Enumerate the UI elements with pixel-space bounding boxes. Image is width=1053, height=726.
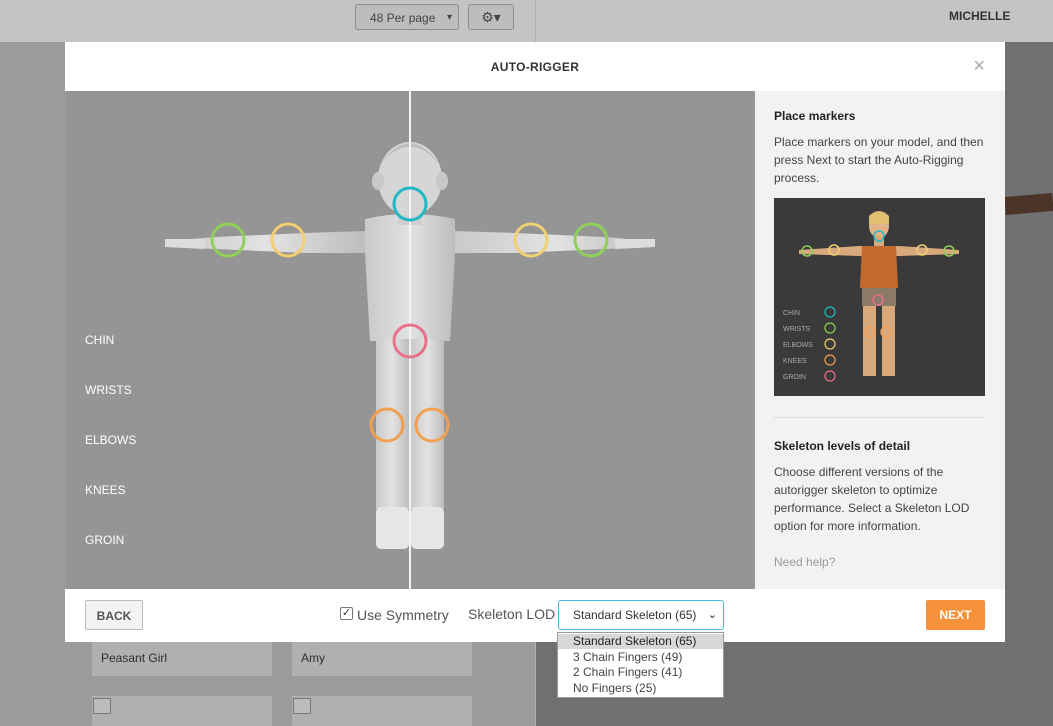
preview-label-wrists: WRISTS xyxy=(783,326,811,333)
gear-icon: ⚙▾ xyxy=(481,9,501,25)
lod-option-2-chain[interactable]: 2 Chain Fingers (41) xyxy=(558,665,723,680)
preview-label-elbows: ELBOWS xyxy=(783,342,813,349)
modal-title: AUTO-RIGGER xyxy=(490,60,580,74)
settings-menu-button[interactable]: ⚙▾ xyxy=(468,4,514,30)
sidebar-divider xyxy=(774,417,985,418)
preview-label-groin: GROIN xyxy=(783,374,806,381)
app-header xyxy=(0,0,1053,42)
marker-label-knees: KNEES xyxy=(85,483,126,497)
chin-marker[interactable] xyxy=(392,186,428,222)
broken-image-icon xyxy=(93,698,111,714)
skeleton-lod-select[interactable]: Standard Skeleton (65) ⌄ xyxy=(558,600,724,630)
broken-image-icon xyxy=(293,698,311,714)
knee-marker-left[interactable] xyxy=(369,407,405,443)
marker-layer xyxy=(210,186,609,443)
groin-marker[interactable] xyxy=(392,323,428,359)
character-card[interactable] xyxy=(92,696,272,726)
character-card[interactable] xyxy=(292,696,472,726)
per-page-value: 48 Per page xyxy=(370,11,436,25)
marker-preview-image: CHIN WRISTS ELBOWS KNEES GROIN xyxy=(774,198,985,396)
character-card-label: Peasant Girl xyxy=(101,651,168,665)
character-card-label: Amy xyxy=(301,651,325,665)
lod-option-standard[interactable]: Standard Skeleton (65) xyxy=(558,634,723,649)
elbow-marker-right[interactable] xyxy=(513,222,549,258)
preview-label-knees: KNEES xyxy=(783,358,807,365)
lod-option-no-fingers[interactable]: No Fingers (25) xyxy=(558,681,723,696)
place-markers-heading: Place markers xyxy=(774,109,856,123)
instructions-sidebar: Place markers Place markers on your mode… xyxy=(755,91,1005,589)
preview-label-chin: CHIN xyxy=(783,310,800,317)
marker-label-elbows: ELBOWS xyxy=(85,433,137,447)
use-symmetry-checkbox[interactable]: ✓ xyxy=(340,607,353,620)
user-name: MICHELLE xyxy=(949,9,1011,23)
per-page-select[interactable]: 48 Per page ▾ xyxy=(355,4,459,30)
skeleton-lod-label: Skeleton LOD xyxy=(468,606,556,622)
auto-rigger-modal: AUTO-RIGGER × CHIN WRISTS ELBOWS KNEES G… xyxy=(65,42,1005,642)
marker-label-groin: GROIN xyxy=(85,533,125,547)
rigging-viewport[interactable]: CHIN WRISTS ELBOWS KNEES GROIN xyxy=(65,91,755,589)
use-symmetry-label[interactable]: Use Symmetry xyxy=(357,607,449,623)
need-help-link[interactable]: Need help? xyxy=(774,555,835,569)
modal-footer: BACK ✓ Use Symmetry Skeleton LOD Standar… xyxy=(65,589,1005,642)
next-button[interactable]: NEXT xyxy=(926,600,985,630)
marker-label-wrists: WRISTS xyxy=(85,383,132,397)
skeleton-lod-dropdown: Standard Skeleton (65) 3 Chain Fingers (… xyxy=(557,632,724,698)
back-button[interactable]: BACK xyxy=(85,600,143,630)
chevron-down-icon: ⌄ xyxy=(707,609,717,621)
knee-marker-right[interactable] xyxy=(414,407,450,443)
wrist-marker-left[interactable] xyxy=(210,222,246,258)
elbow-marker-left[interactable] xyxy=(270,222,306,258)
lod-option-3-chain[interactable]: 3 Chain Fingers (49) xyxy=(558,650,723,665)
preview-figure: CHIN WRISTS ELBOWS KNEES GROIN xyxy=(783,211,959,382)
close-icon[interactable]: × xyxy=(973,55,985,78)
skeleton-lod-value: Standard Skeleton (65) xyxy=(573,608,697,622)
wrist-marker-right[interactable] xyxy=(573,222,609,258)
place-markers-text: Place markers on your model, and then pr… xyxy=(774,135,984,185)
chevron-down-icon: ▾ xyxy=(446,12,452,23)
lod-text: Choose different versions of the autorig… xyxy=(774,465,970,533)
lod-heading: Skeleton levels of detail xyxy=(774,439,911,453)
marker-label-chin: CHIN xyxy=(85,333,115,347)
modal-header: AUTO-RIGGER × xyxy=(65,42,1005,91)
